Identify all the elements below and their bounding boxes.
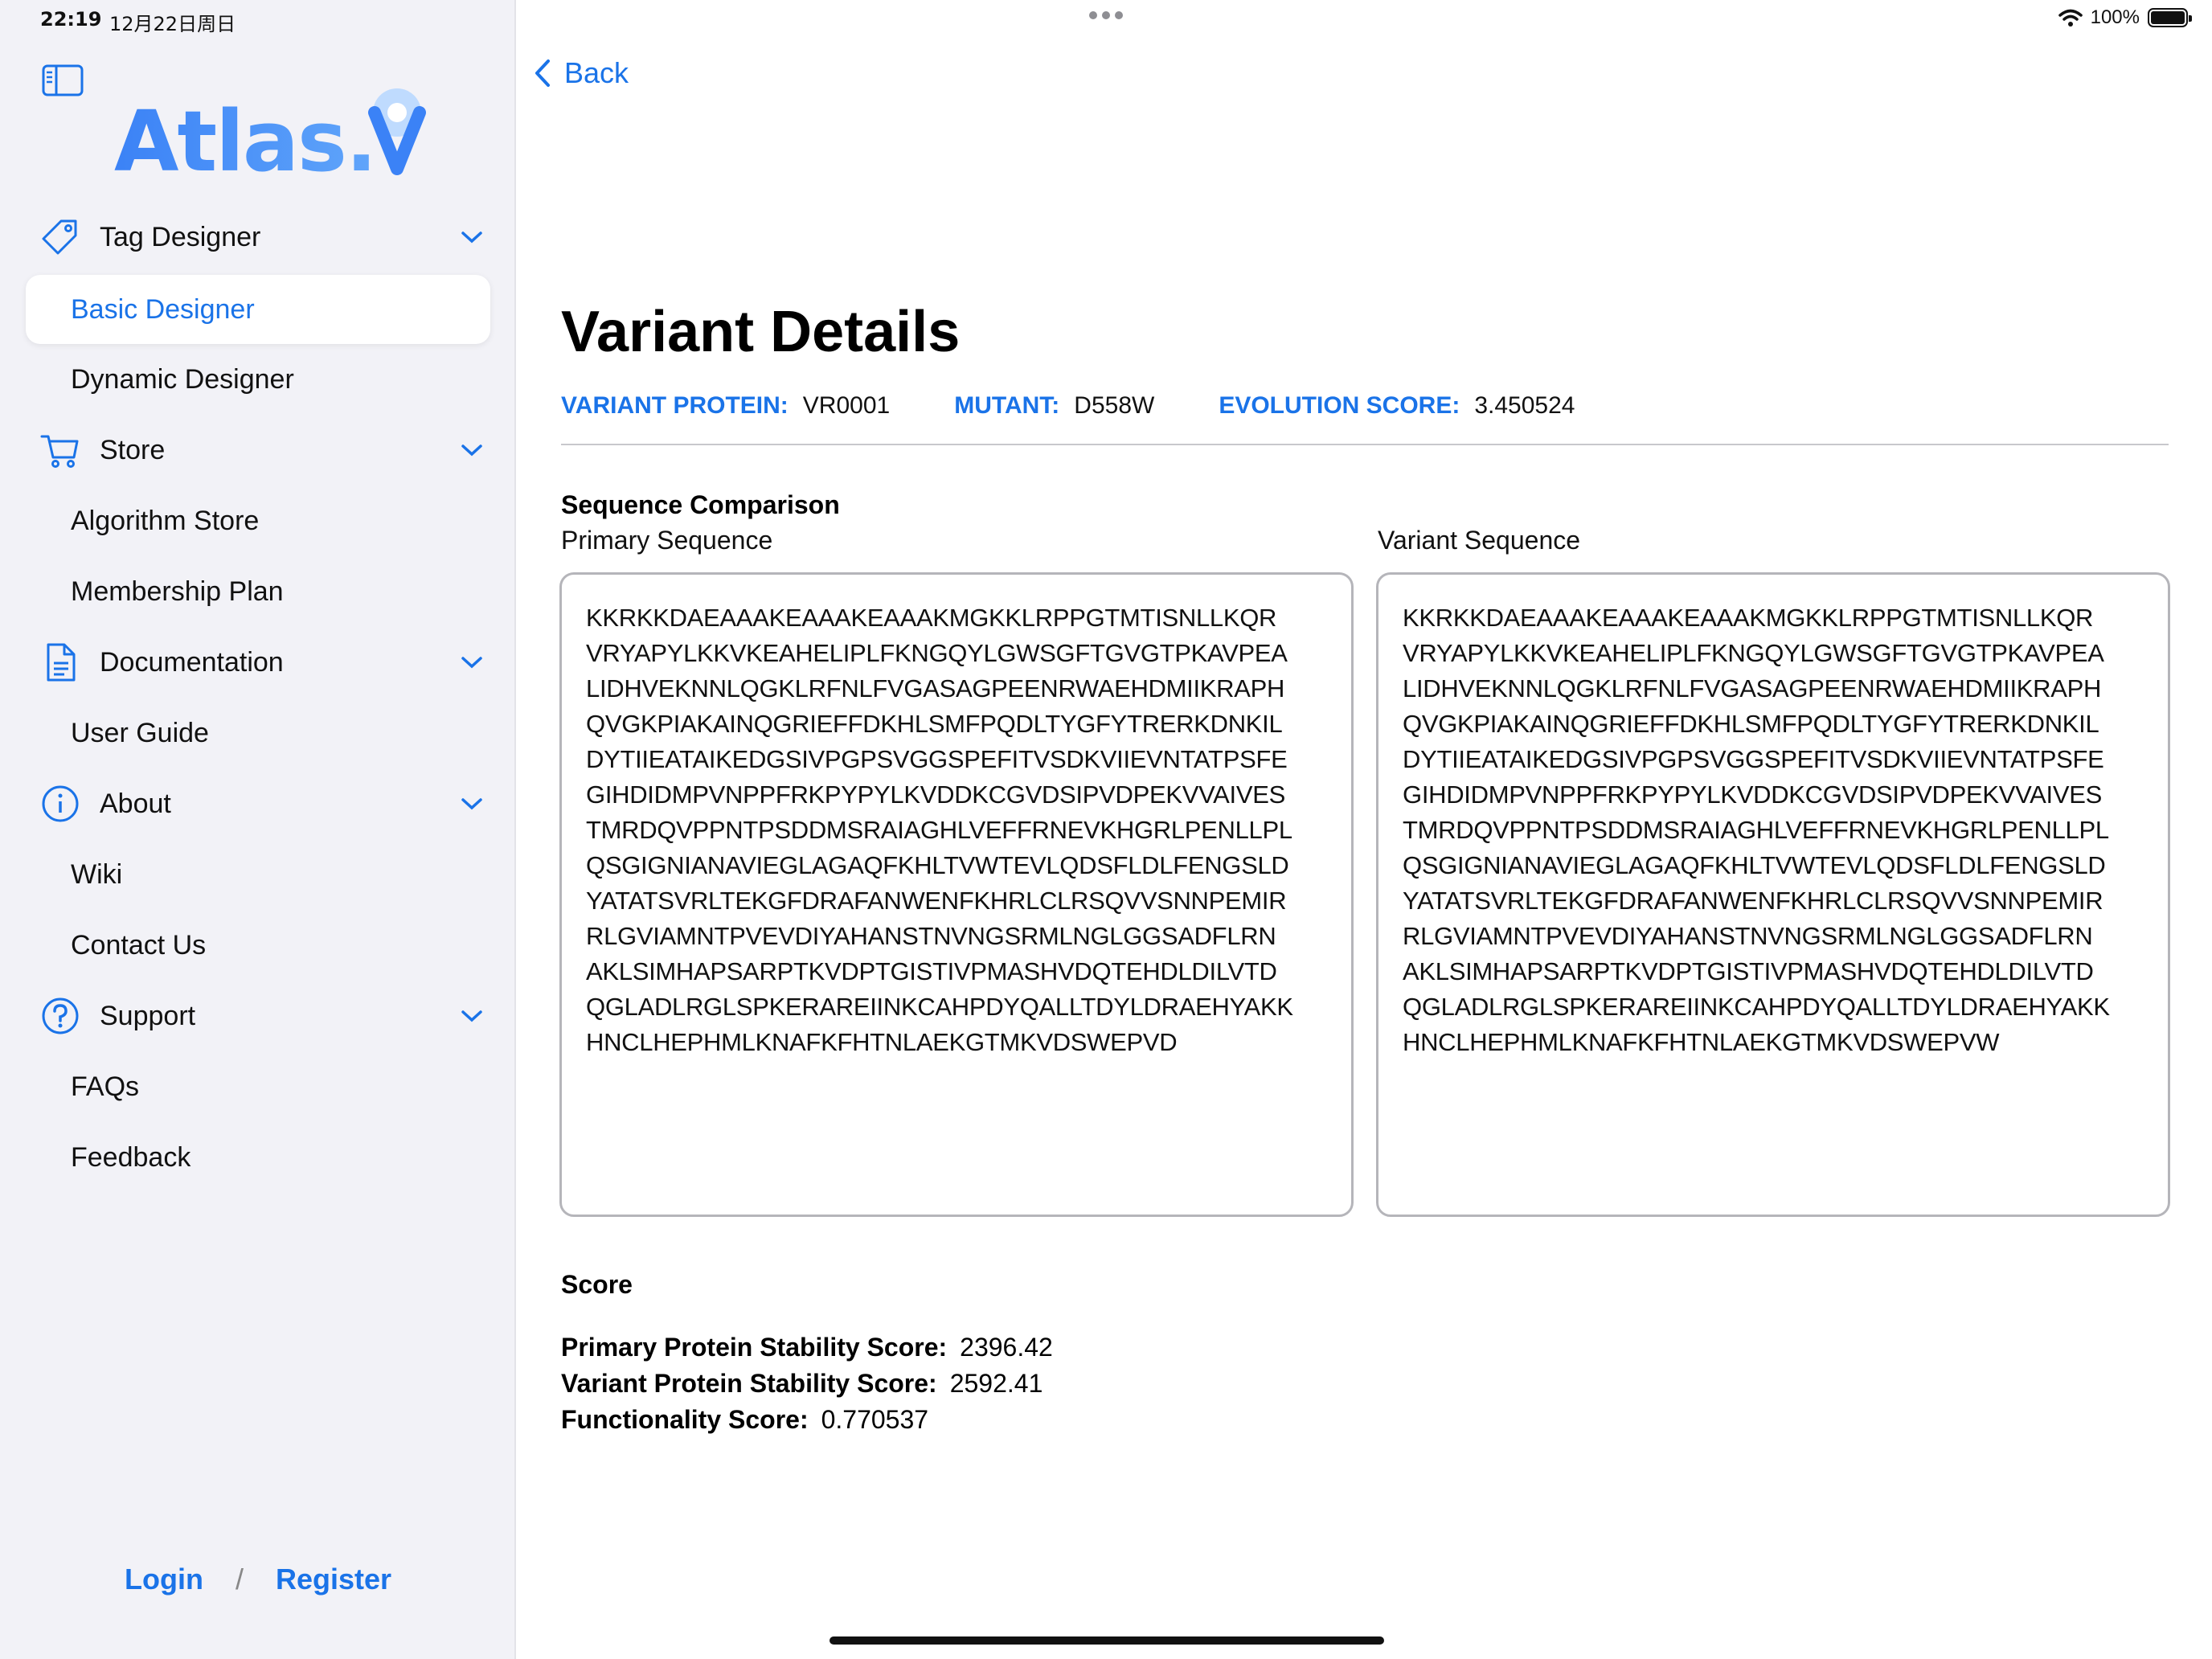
sequence-line: TMRDQVPPNTPSDDMSRAIAGHLVEFFRNEVKHGRLPENL…	[1403, 816, 2109, 844]
info-icon	[42, 785, 79, 822]
sidebar-item-wiki[interactable]: Wiki	[71, 850, 122, 899]
tag-icon	[42, 219, 77, 255]
chevron-down-icon	[461, 444, 482, 457]
battery-percent: 100%	[2090, 6, 2140, 28]
back-button[interactable]: Back	[534, 56, 629, 90]
nav-section-about[interactable]: About	[40, 780, 490, 828]
score-value: 2592.41	[949, 1369, 1043, 1398]
sidebar-item-contact-us[interactable]: Contact Us	[71, 921, 206, 969]
register-link[interactable]: Register	[276, 1563, 391, 1596]
sidebar-item-faqs[interactable]: FAQs	[71, 1063, 139, 1111]
chevron-left-icon	[535, 59, 550, 87]
atlas-logo: Atlas.	[114, 88, 426, 185]
nav-section-support[interactable]: Support	[40, 992, 490, 1040]
status-time: 22:19	[40, 8, 102, 31]
sidebar-item-membership-plan[interactable]: Membership Plan	[71, 567, 284, 616]
auth-separator: /	[235, 1563, 244, 1596]
cart-icon	[40, 435, 79, 468]
variant-stability-score: Variant Protein Stability Score: 2592.41	[561, 1369, 1043, 1399]
sequence-line: TMRDQVPPNTPSDDMSRAIAGHLVEFFRNEVKHGRLPENL…	[586, 816, 1292, 844]
variant-protein-label: VARIANT PROTEIN:	[561, 392, 789, 419]
sequence-line: DYTIIEATAIKEDGSIVPGPSVGGSPEFITVSDKVIIEVN…	[586, 745, 1288, 773]
nav-section-label: Support	[100, 1000, 196, 1031]
nav-section-label: Documentation	[100, 646, 284, 678]
score-value: 2396.42	[960, 1333, 1053, 1362]
login-link[interactable]: Login	[125, 1563, 203, 1596]
sequence-line: LIDHVEKNNLQGKLRFNLFVGASAGPEENRWAEHDMIIKR…	[1403, 674, 2102, 703]
sequence-line: RLGVIAMNTPVEVDIYAHANSTNVNGSRMLNGLGGSADFL…	[1403, 922, 2093, 950]
sequence-line: QSGIGNIANAVIEGLAGAQFKHLTVWTEVLQDSFLDLFEN…	[1403, 851, 2106, 879]
sequence-line: VRYAPYLKKVKEAHELIPLFKNGQYLGWSGFTGVGTPKAV…	[1403, 639, 2104, 667]
sidebar: 22:19 12月22日周日 Atlas. Tag Designer Basic…	[0, 0, 516, 1659]
sidebar-item-basic-designer[interactable]: Basic Designer	[26, 275, 490, 344]
page-title: Variant Details	[561, 300, 961, 364]
chevron-down-icon	[461, 798, 482, 810]
question-icon	[42, 997, 79, 1034]
mutant-label: MUTANT:	[954, 392, 1060, 419]
sequence-line: HNCLHEPHMLKNAFKFHTNLAEKGTMKVDSWEPVW	[1403, 1028, 2000, 1056]
nav-section-label: Tag Designer	[100, 221, 261, 252]
functionality-score: Functionality Score: 0.770537	[561, 1405, 928, 1435]
status-date: 12月22日周日	[109, 13, 236, 35]
nav-section-tag-designer[interactable]: Tag Designer	[40, 213, 490, 261]
multitask-dots-icon[interactable]	[1089, 11, 1123, 19]
sequence-line: QVGKPIAKAINQGRIEFFDKHLSMFPQDLTYGFYTRERKD…	[586, 710, 1283, 738]
sidebar-item-feedback[interactable]: Feedback	[71, 1133, 190, 1182]
score-title: Score	[561, 1270, 633, 1299]
sequence-line: KKRKKDAEAAAKEAAAKEAAAKMGKKLRPPGTMTISNLLK…	[586, 604, 1277, 632]
score-label: Functionality Score:	[561, 1405, 809, 1434]
divider	[561, 444, 2169, 445]
sequence-line: YATATSVRLTEKGFDRAFANWENFKHRLCLRSQVVSNNPE…	[1403, 887, 2103, 915]
main-content: 100% Back Variant Details VARIANT PROTEI…	[518, 0, 2212, 1659]
back-label: Back	[564, 56, 629, 89]
sequence-line: KKRKKDAEAAAKEAAAKEAAAKMGKKLRPPGTMTISNLLK…	[1403, 604, 2094, 632]
nav-section-documentation[interactable]: Documentation	[40, 638, 490, 686]
evolution-score-value: 3.450524	[1474, 392, 1575, 419]
document-icon	[47, 643, 76, 682]
variant-protein-value: VR0001	[802, 392, 891, 419]
wifi-icon	[2058, 9, 2083, 27]
sequence-line: GIHDIDMPVNPPFRKPYPYLKVDDKCGVDSIPVDPEKVVA…	[1403, 780, 2102, 809]
sequence-line: QSGIGNIANAVIEGLAGAQFKHLTVWTEVLQDSFLDLFEN…	[586, 851, 1289, 879]
sequence-line: YATATSVRLTEKGFDRAFANWENFKHRLCLRSQVVSNNPE…	[586, 887, 1287, 915]
primary-sequence-textarea[interactable]: KKRKKDAEAAAKEAAAKEAAAKMGKKLRPPGTMTISNLLK…	[559, 572, 1354, 1217]
nav-section-label: About	[100, 788, 171, 819]
sequence-comparison-title: Sequence Comparison	[561, 490, 840, 519]
evolution-score-label: EVOLUTION SCORE:	[1219, 392, 1460, 419]
sequence-line: DYTIIEATAIKEDGSIVPGPSVGGSPEFITVSDKVIIEVN…	[1403, 745, 2104, 773]
sidebar-toggle-icon[interactable]	[42, 64, 84, 96]
nav-section-label: Store	[100, 434, 166, 465]
variant-sequence-label: Variant Sequence	[1378, 526, 1581, 555]
sidebar-item-algorithm-store[interactable]: Algorithm Store	[71, 497, 259, 545]
primary-sequence-label: Primary Sequence	[561, 526, 773, 555]
variant-sequence-textarea[interactable]: KKRKKDAEAAAKEAAAKEAAAKMGKKLRPPGTMTISNLLK…	[1376, 572, 2170, 1217]
chevron-down-icon	[461, 1010, 482, 1022]
sidebar-item-dynamic-designer[interactable]: Dynamic Designer	[71, 355, 294, 403]
home-indicator[interactable]	[830, 1636, 1384, 1645]
chevron-down-icon	[461, 231, 482, 244]
sequence-line: AKLSIMHAPSARPTKVDPTGISTIVPMASHVDQTEHDLDI…	[586, 957, 1277, 985]
sequence-line: QVGKPIAKAINQGRIEFFDKHLSMFPQDLTYGFYTRERKD…	[1403, 710, 2099, 738]
sequence-line: GIHDIDMPVNPPFRKPYPYLKVDDKCGVDSIPVDPEKVVA…	[586, 780, 1285, 809]
sequence-line: RLGVIAMNTPVEVDIYAHANSTNVNGSRMLNGLGGSADFL…	[586, 922, 1276, 950]
primary-stability-score: Primary Protein Stability Score: 2396.42	[561, 1333, 1053, 1362]
sidebar-item-user-guide[interactable]: User Guide	[71, 709, 209, 757]
sequence-line: QGLADLRGLSPKERAREIINKCAHPDYQALLTDYLDRAEH…	[586, 993, 1293, 1021]
nav-section-store[interactable]: Store	[40, 426, 490, 474]
sequence-line: HNCLHEPHMLKNAFKFHTNLAEKGTMKVDSWEPVD	[586, 1028, 1178, 1056]
variant-meta: VARIANT PROTEIN: VR0001 MUTANT: D558W EV…	[561, 392, 1639, 420]
score-label: Primary Protein Stability Score:	[561, 1333, 948, 1362]
chevron-down-icon	[461, 657, 482, 669]
score-value: 0.770537	[821, 1405, 929, 1434]
score-label: Variant Protein Stability Score:	[561, 1369, 937, 1398]
svg-text:Atlas.: Atlas.	[114, 92, 375, 185]
sequence-line: AKLSIMHAPSARPTKVDPTGISTIVPMASHVDQTEHDLDI…	[1403, 957, 2094, 985]
mutant-value: D558W	[1074, 392, 1155, 419]
sequence-line: LIDHVEKNNLQGKLRFNLFVGASAGPEENRWAEHDMIIKR…	[586, 674, 1285, 703]
battery-icon	[2148, 8, 2192, 27]
sequence-line: VRYAPYLKKVKEAHELIPLFKNGQYLGWSGFTGVGTPKAV…	[586, 639, 1288, 667]
auth-links: Login / Register	[0, 1563, 516, 1596]
status-indicators: 100%	[2058, 6, 2192, 29]
sequence-line: QGLADLRGLSPKERAREIINKCAHPDYQALLTDYLDRAEH…	[1403, 993, 2110, 1021]
